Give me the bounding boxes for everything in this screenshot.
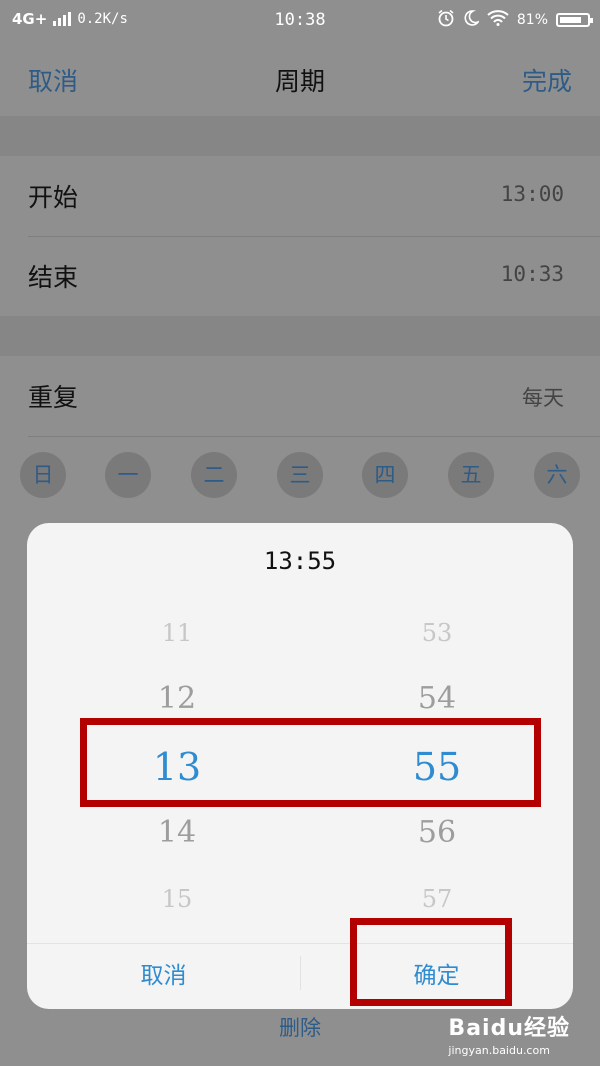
minute-option[interactable]: 56	[337, 815, 537, 850]
nav-done-button[interactable]: 完成	[522, 62, 572, 98]
baidu-watermark: Baidu经验 jingyan.baidu.com	[448, 1010, 570, 1057]
day-sun[interactable]: 日	[20, 452, 66, 498]
watermark-logo: Baidu经验	[448, 1016, 570, 1041]
time-range-card: 开始 13:00 结束 10:33	[0, 156, 600, 316]
alarm-icon	[437, 9, 455, 31]
hour-option[interactable]: 12	[77, 681, 277, 716]
end-row[interactable]: 结束 10:33	[0, 236, 600, 316]
page-title: 周期	[274, 67, 325, 96]
picker-title: 13:55	[263, 547, 337, 575]
row-divider	[28, 436, 600, 437]
day-sat[interactable]: 六	[534, 452, 580, 498]
day-fri[interactable]: 五	[448, 452, 494, 498]
confirm-highlight-box	[350, 918, 512, 1006]
end-label: 结束	[28, 263, 79, 292]
hour-option[interactable]: 11	[77, 619, 277, 647]
day-mon[interactable]: 一	[105, 452, 151, 498]
status-right: 81%	[437, 9, 593, 31]
wifi-icon	[487, 10, 509, 30]
section-separator	[0, 316, 600, 356]
start-label: 开始	[28, 183, 79, 212]
start-value: 13:00	[500, 182, 564, 206]
start-row[interactable]: 开始 13:00	[0, 156, 600, 236]
day-tue[interactable]: 二	[191, 452, 237, 498]
day-wed[interactable]: 三	[277, 452, 323, 498]
repeat-label: 重复	[28, 383, 79, 412]
selection-highlight-box	[80, 718, 541, 807]
section-separator	[0, 116, 600, 156]
weekday-selector: 日 一 二 三 四 五 六	[0, 452, 600, 502]
hour-option[interactable]: 14	[77, 815, 277, 850]
status-bar: 4G+ 0.2K/s 10:38 81%	[0, 0, 600, 40]
hour-option[interactable]: 15	[77, 885, 277, 913]
minute-option[interactable]: 54	[337, 681, 537, 716]
nav-bar: 取消 周期 完成	[0, 40, 600, 116]
moon-icon	[463, 10, 481, 30]
watermark-url: jingyan.baidu.com	[448, 1044, 550, 1057]
minute-option[interactable]: 57	[337, 885, 537, 913]
repeat-row[interactable]: 重复 每天	[0, 356, 600, 436]
battery-percent: 81%	[516, 12, 548, 28]
picker-cancel-button[interactable]: 取消	[27, 956, 300, 990]
battery-icon	[556, 13, 593, 27]
minute-option[interactable]: 53	[337, 619, 537, 647]
day-thu[interactable]: 四	[362, 452, 408, 498]
repeat-value: 每天	[522, 386, 564, 410]
end-value: 10:33	[500, 262, 564, 286]
